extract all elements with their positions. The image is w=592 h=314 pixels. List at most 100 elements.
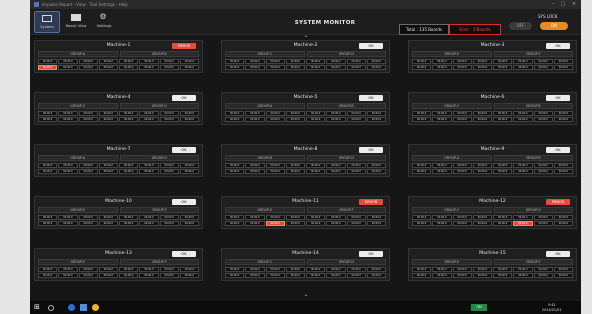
board-cell[interactable]: 00-00-0	[285, 221, 305, 226]
board-cell[interactable]: 00-00-0	[432, 117, 452, 122]
board-cell[interactable]: 00-00-0	[139, 169, 159, 174]
board-cell[interactable]: 00-00-0	[245, 59, 265, 64]
machine-card[interactable]: Machine-8 OK GROUP-B GROUP-D 00-00-0 00-00-0 0…	[221, 144, 390, 177]
board-cell[interactable]: 00-00-0	[533, 267, 553, 272]
board-cell[interactable]: 00-00-0	[159, 169, 179, 174]
board-cell[interactable]: 00-00-0	[306, 117, 326, 122]
board-cell[interactable]: 00-00-0	[412, 111, 432, 116]
board-cell[interactable]: 00-00-0	[553, 59, 573, 64]
board-cell[interactable]: 00-00-0	[326, 215, 346, 220]
board-cell[interactable]: 00-00-0	[285, 117, 305, 122]
board-cell[interactable]: 00-00-0	[412, 65, 432, 70]
board-cell[interactable]: 00-00-0	[245, 273, 265, 278]
board-cell[interactable]: 00-00-0	[58, 117, 78, 122]
board-cell[interactable]: 00-00-0	[265, 65, 285, 70]
board-cell[interactable]: 00-00-0	[245, 221, 265, 226]
board-cell[interactable]: 00-00-0	[179, 273, 199, 278]
board-cell[interactable]: 00-00-0	[139, 117, 159, 122]
board-cell[interactable]: 00-00-0	[533, 65, 553, 70]
board-cell[interactable]: 00-00-0	[452, 267, 472, 272]
board-cell[interactable]: 00-00-0	[98, 59, 118, 64]
board-cell[interactable]: 00-00-0	[119, 65, 139, 70]
board-cell[interactable]: 00-00-0	[285, 267, 305, 272]
board-cell[interactable]: 00-00-0	[432, 169, 452, 174]
board-cell[interactable]: 00-00-0	[513, 117, 533, 122]
board-cell[interactable]: 00-00-0	[366, 163, 386, 168]
board-cell[interactable]: 00-00-0	[159, 65, 179, 70]
board-cell[interactable]: 00-00-0	[78, 117, 98, 122]
board-cell[interactable]: 00-00-0	[159, 117, 179, 122]
board-cell[interactable]: 00-00-0	[245, 111, 265, 116]
board-cell[interactable]: 00-00-0	[493, 221, 513, 226]
close-button[interactable]: ×	[569, 0, 579, 9]
board-cell[interactable]: 00-00-0	[119, 267, 139, 272]
board-cell[interactable]: 00-00-0	[513, 215, 533, 220]
board-cell[interactable]: 00-00-0	[432, 273, 452, 278]
machine-card[interactable]: Machine-3 OK GROUP-E GROUP-F 00-00-0 00-00-0 0…	[408, 40, 577, 73]
board-cell[interactable]: 00-00-0	[159, 215, 179, 220]
board-cell[interactable]: 00-00-0	[265, 111, 285, 116]
machine-card[interactable]: Machine-12 ERROR GROUP-C GROUP-D 00-00-0 00-0…	[408, 196, 577, 229]
board-cell[interactable]: 00-00-0	[553, 273, 573, 278]
board-cell[interactable]: 00-00-0	[346, 215, 366, 220]
board-cell-error[interactable]: 00-00-0	[513, 221, 533, 226]
board-cell[interactable]: 00-00-0	[225, 273, 245, 278]
board-cell[interactable]: 00-00-0	[326, 117, 346, 122]
board-cell[interactable]: 00-00-0	[472, 221, 492, 226]
board-cell[interactable]: 00-00-0	[366, 273, 386, 278]
board-cell[interactable]: 00-00-0	[306, 163, 326, 168]
board-cell[interactable]: 00-00-0	[38, 163, 58, 168]
board-cell[interactable]: 00-00-0	[513, 273, 533, 278]
board-cell[interactable]: 00-00-0	[326, 169, 346, 174]
board-cell[interactable]: 00-00-0	[225, 163, 245, 168]
board-cell[interactable]: 00-00-0	[285, 163, 305, 168]
board-cell[interactable]: 00-00-0	[513, 59, 533, 64]
board-cell[interactable]: 00-00-0	[159, 111, 179, 116]
board-cell[interactable]: 00-00-0	[78, 221, 98, 226]
board-cell[interactable]: 00-00-0	[493, 267, 513, 272]
board-cell[interactable]: 00-00-0	[553, 111, 573, 116]
board-cell[interactable]: 00-00-0	[58, 267, 78, 272]
board-cell[interactable]: 00-00-0	[493, 65, 513, 70]
board-cell[interactable]: 00-00-0	[139, 267, 159, 272]
board-cell[interactable]: 00-00-0	[78, 273, 98, 278]
machine-card[interactable]: Machine-11 ERROR GROUP-E GROUP-F 00-00-0 00-0…	[221, 196, 390, 229]
board-cell[interactable]: 00-00-0	[306, 215, 326, 220]
board-cell[interactable]: 00-00-0	[493, 59, 513, 64]
sys-lock-off-button[interactable]: OFF	[509, 22, 532, 30]
windows-start-icon[interactable]: ⊞	[34, 304, 41, 311]
board-cell[interactable]: 00-00-0	[225, 221, 245, 226]
board-cell[interactable]: 00-00-0	[533, 221, 553, 226]
board-cell[interactable]: 00-00-0	[513, 111, 533, 116]
board-cell[interactable]: 00-00-0	[366, 221, 386, 226]
board-cell[interactable]: 00-00-0	[412, 163, 432, 168]
scroll-down-icon[interactable]: ⌄	[301, 292, 311, 298]
board-cell[interactable]: 00-00-0	[58, 273, 78, 278]
board-cell[interactable]: 00-00-0	[98, 169, 118, 174]
board-cell[interactable]: 00-00-0	[326, 221, 346, 226]
board-cell[interactable]: 00-00-0	[306, 221, 326, 226]
machine-card[interactable]: Machine-2 OK GROUP-C GROUP-D 00-00-0 00-00-0 0…	[221, 40, 390, 73]
task-view-icon[interactable]	[80, 304, 87, 311]
board-cell[interactable]: 00-00-0	[179, 111, 199, 116]
board-cell[interactable]: 00-00-0	[493, 273, 513, 278]
board-cell[interactable]: 00-00-0	[98, 267, 118, 272]
board-cell[interactable]: 00-00-0	[78, 163, 98, 168]
board-cell[interactable]: 00-00-0	[119, 221, 139, 226]
board-cell[interactable]: 00-00-0	[432, 215, 452, 220]
board-cell[interactable]: 00-00-0	[58, 169, 78, 174]
clock[interactable]: 9:41 2024/01/01	[542, 303, 562, 312]
board-cell[interactable]: 00-00-0	[98, 65, 118, 70]
board-cell[interactable]: 00-00-0	[326, 163, 346, 168]
board-cell[interactable]: 00-00-0	[245, 215, 265, 220]
board-cell[interactable]: 00-00-0	[452, 163, 472, 168]
board-cell[interactable]: 00-00-0	[366, 215, 386, 220]
board-cell[interactable]: 00-00-0	[432, 221, 452, 226]
board-cell[interactable]: 00-00-0	[265, 117, 285, 122]
board-cell[interactable]: 00-00-0	[265, 273, 285, 278]
board-cell[interactable]: 00-00-0	[179, 267, 199, 272]
board-cell[interactable]: 00-00-0	[412, 117, 432, 122]
machine-card[interactable]: Machine-10 OK GROUP-E GROUP-F 00-00-0 00-00-0…	[34, 196, 203, 229]
board-cell[interactable]: 00-00-0	[472, 215, 492, 220]
board-cell[interactable]: 00-00-0	[38, 273, 58, 278]
